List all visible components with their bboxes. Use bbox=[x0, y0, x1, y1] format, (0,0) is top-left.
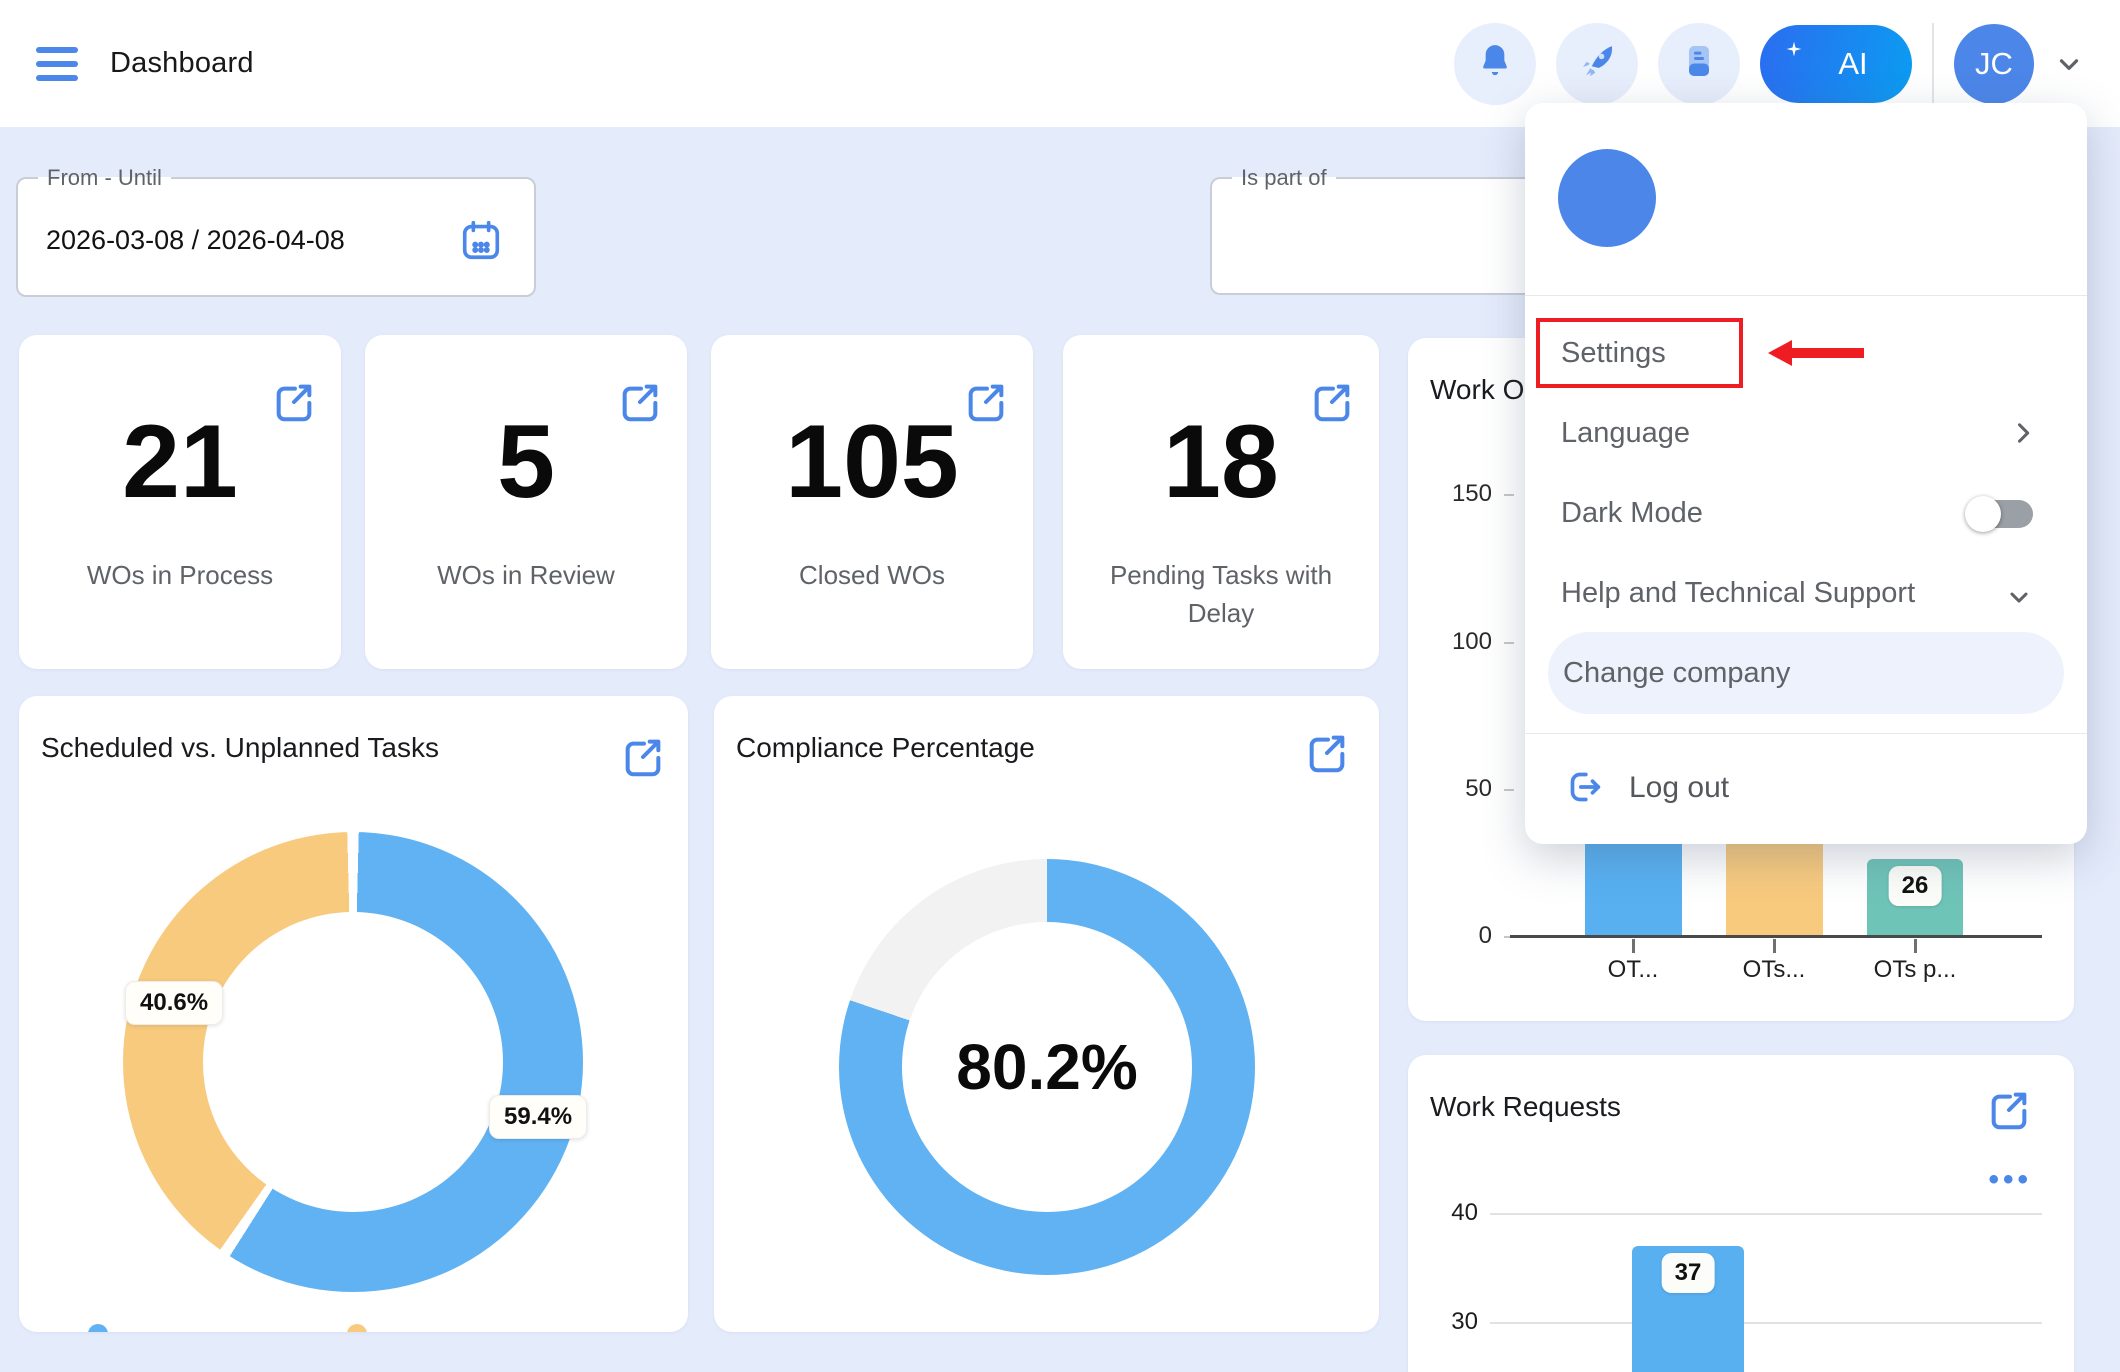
x-category-label: OTs... bbox=[1704, 956, 1844, 984]
notes-button[interactable] bbox=[1658, 23, 1740, 105]
scheduled-vs-unplanned-card: Scheduled vs. Unplanned Tasks 40.6% 59.4… bbox=[19, 696, 688, 1332]
y-tick-label: 150 bbox=[1438, 480, 1492, 508]
y-tick-mark bbox=[1504, 789, 1514, 791]
bell-icon bbox=[1475, 41, 1515, 86]
kpi-value: 105 bbox=[711, 403, 1033, 522]
notifications-button[interactable] bbox=[1454, 23, 1536, 105]
is-part-of-label: Is part of bbox=[1232, 165, 1336, 191]
hamburger-menu-icon[interactable] bbox=[36, 47, 78, 81]
kpi-value: 18 bbox=[1063, 403, 1379, 522]
menu-item-change-company[interactable]: Change company bbox=[1548, 632, 2064, 714]
dark-mode-toggle[interactable] bbox=[1965, 496, 2039, 532]
launch-button[interactable] bbox=[1556, 23, 1638, 105]
menu-avatar[interactable] bbox=[1558, 149, 1656, 247]
slice-label-scheduled: 59.4% bbox=[489, 1095, 587, 1139]
chart-options-icon[interactable]: ••• bbox=[1988, 1163, 2032, 1197]
y-tick-label: 0 bbox=[1438, 922, 1492, 950]
kpi-label: WOs in Review bbox=[389, 557, 663, 595]
legend-dot-blue bbox=[88, 1324, 108, 1332]
menu-item-language[interactable]: Language bbox=[1561, 417, 1690, 450]
x-category-label: OTs p... bbox=[1845, 956, 1985, 984]
y-tick-mark bbox=[1504, 642, 1514, 644]
x-tick-mark bbox=[1632, 939, 1635, 953]
y-tick-label: 30 bbox=[1424, 1308, 1478, 1336]
date-range-label: From - Until bbox=[38, 165, 171, 191]
kpi-value: 21 bbox=[19, 403, 341, 522]
compliance-center-value: 80.2% bbox=[839, 859, 1255, 1275]
open-external-icon[interactable] bbox=[1304, 730, 1350, 781]
sparkle-icon bbox=[1786, 41, 1802, 62]
kpi-label: Pending Tasks with Delay bbox=[1087, 557, 1355, 632]
document-icon bbox=[1679, 41, 1719, 86]
avatar-chevron-down-icon[interactable] bbox=[2054, 49, 2084, 79]
menu-item-dark-mode: Dark Mode bbox=[1561, 497, 1703, 530]
scheduled-unplanned-donut[interactable] bbox=[123, 832, 583, 1292]
work-requests-bar[interactable]: 37 bbox=[1632, 1246, 1744, 1372]
y-tick-label: 100 bbox=[1438, 628, 1492, 656]
rocket-icon bbox=[1576, 40, 1618, 87]
slice-label-unplanned: 40.6% bbox=[125, 981, 223, 1025]
gridline-30 bbox=[1490, 1322, 2042, 1324]
bar-ots-p[interactable]: 26 bbox=[1867, 859, 1963, 935]
top-bar-actions: AI JC bbox=[1454, 23, 2084, 105]
page-title: Dashboard bbox=[110, 47, 254, 80]
kpi-card-wos-in-process: 21 WOs in Process bbox=[19, 335, 341, 669]
ai-assistant-button[interactable]: AI bbox=[1760, 25, 1912, 103]
bar-value-label: 37 bbox=[1662, 1253, 1715, 1293]
y-tick-mark bbox=[1504, 494, 1514, 496]
y-tick-label: 50 bbox=[1438, 775, 1492, 803]
kpi-label: Closed WOs bbox=[735, 557, 1009, 595]
open-external-icon[interactable] bbox=[1986, 1087, 2032, 1138]
compliance-percentage-card: Compliance Percentage 80.2% bbox=[714, 696, 1379, 1332]
chart-title: Work Or bbox=[1430, 374, 1534, 406]
work-requests-chart-card: Work Requests ••• 40 30 37 bbox=[1408, 1055, 2074, 1372]
chart-title: Compliance Percentage bbox=[736, 732, 1035, 764]
menu-item-settings[interactable]: Settings bbox=[1561, 337, 1666, 370]
chevron-right-icon[interactable] bbox=[2009, 419, 2037, 447]
menu-item-help[interactable]: Help and Technical Support bbox=[1561, 577, 1915, 610]
kpi-label: WOs in Process bbox=[43, 557, 317, 595]
y-tick-label: 40 bbox=[1424, 1199, 1478, 1227]
change-company-label: Change company bbox=[1563, 657, 1790, 690]
menu-item-logout[interactable]: Log out bbox=[1629, 771, 1729, 805]
x-tick-mark bbox=[1914, 939, 1917, 953]
gridline-40 bbox=[1490, 1213, 2042, 1215]
date-range-value[interactable]: 2026-03-08 / 2026-04-08 bbox=[46, 225, 345, 256]
chart-title: Work Requests bbox=[1430, 1091, 1621, 1123]
user-avatar[interactable]: JC bbox=[1954, 24, 2034, 104]
chevron-down-icon[interactable] bbox=[2005, 583, 2033, 611]
x-category-label: OT... bbox=[1563, 956, 1703, 984]
dashboard-page: Dashboard AI bbox=[0, 0, 2120, 1372]
bar-value-label: 26 bbox=[1889, 866, 1942, 906]
logout-icon[interactable] bbox=[1565, 767, 1605, 812]
menu-divider bbox=[1525, 295, 2087, 296]
menu-divider bbox=[1525, 733, 2087, 734]
kpi-value: 5 bbox=[365, 403, 687, 522]
user-dropdown-menu: Settings Language Dark Mode Help and Tec… bbox=[1525, 103, 2087, 844]
calendar-icon[interactable] bbox=[458, 217, 504, 268]
kpi-card-pending-tasks: 18 Pending Tasks with Delay bbox=[1063, 335, 1379, 669]
open-external-icon[interactable] bbox=[620, 734, 666, 785]
kpi-card-closed-wos: 105 Closed WOs bbox=[711, 335, 1033, 669]
legend-dot-yellow bbox=[347, 1324, 367, 1332]
chart-title: Scheduled vs. Unplanned Tasks bbox=[41, 732, 439, 764]
x-tick-mark bbox=[1773, 939, 1776, 953]
x-axis-line bbox=[1510, 935, 2042, 938]
kpi-card-wos-in-review: 5 WOs in Review bbox=[365, 335, 687, 669]
header-divider bbox=[1932, 23, 1934, 105]
ai-button-label: AI bbox=[1838, 46, 1867, 82]
date-range-field[interactable]: From - Until 2026-03-08 / 2026-04-08 bbox=[16, 165, 536, 297]
